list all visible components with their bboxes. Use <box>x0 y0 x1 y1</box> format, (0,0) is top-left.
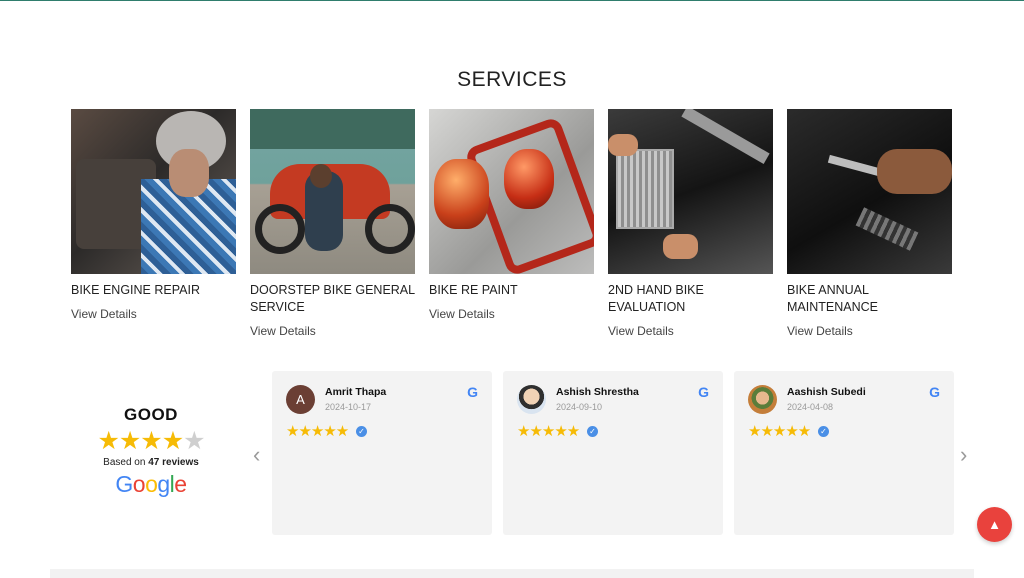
service-title[interactable]: BIKE ANNUAL MAINTENANCE <box>787 282 952 316</box>
review-date: 2024-04-08 <box>787 402 834 412</box>
star-icon: ★ <box>97 427 119 455</box>
review-card: Aashish Subedi 2024-04-08 G ★★★★★ ✓ <box>734 371 954 535</box>
verified-icon: ✓ <box>587 426 598 437</box>
service-title[interactable]: DOORSTEP BIKE GENERAL SERVICE <box>250 282 415 316</box>
section-title: SERVICES <box>457 68 567 91</box>
verified-icon: ✓ <box>818 426 829 437</box>
service-card-bike-evaluation[interactable]: 2ND HAND BIKE EVALUATION View Details <box>608 109 773 338</box>
view-details-link[interactable]: View Details <box>71 307 236 321</box>
based-on-label: Based on <box>103 457 146 468</box>
arrow-up-icon: ▲ <box>988 517 1001 532</box>
reviewer-name[interactable]: Aashish Subedi <box>787 386 866 398</box>
top-divider <box>0 0 1024 1</box>
service-image[interactable] <box>429 109 594 274</box>
review-stars: ★★★★★ <box>517 423 580 440</box>
scroll-to-top-button[interactable]: ▲ <box>977 507 1012 542</box>
rating-word: GOOD <box>124 405 178 424</box>
reviewer-name[interactable]: Amrit Thapa <box>325 386 386 398</box>
rating-summary[interactable]: GOOD ★★★★★ Based on 47 reviews Google <box>88 405 214 498</box>
view-details-link[interactable]: View Details <box>250 324 415 338</box>
review-count: 47 reviews <box>148 457 199 468</box>
chevron-right-icon[interactable]: › <box>960 442 967 468</box>
star-icon: ★ <box>118 427 141 455</box>
service-image[interactable] <box>787 109 952 274</box>
footer-band <box>50 569 974 578</box>
view-details-link[interactable]: View Details <box>429 307 594 321</box>
service-image[interactable] <box>608 109 773 274</box>
star-icon: ★ <box>161 427 184 455</box>
avatar <box>517 385 546 414</box>
view-details-link[interactable]: View Details <box>608 324 773 338</box>
review-date: 2024-10-17 <box>325 402 372 412</box>
service-title[interactable]: BIKE RE PAINT <box>429 282 594 299</box>
star-empty-icon: ★ <box>183 427 205 455</box>
service-image[interactable] <box>250 109 415 274</box>
service-card-re-paint[interactable]: BIKE RE PAINT View Details <box>429 109 594 338</box>
review-stars: ★★★★★ <box>748 423 811 440</box>
service-image[interactable] <box>71 109 236 274</box>
chevron-left-icon[interactable]: ‹ <box>253 442 260 468</box>
reviewer-name[interactable]: Ashish Shrestha <box>556 386 639 398</box>
google-g-icon: G <box>929 384 940 400</box>
google-logo: Google <box>115 471 187 497</box>
service-title[interactable]: 2ND HAND BIKE EVALUATION <box>608 282 773 316</box>
review-card: Ashish Shrestha 2024-09-10 G ★★★★★ ✓ <box>503 371 723 535</box>
service-card-annual-maintenance[interactable]: BIKE ANNUAL MAINTENANCE View Details <box>787 109 952 338</box>
service-card-engine-repair[interactable]: BIKE ENGINE REPAIR View Details <box>71 109 236 338</box>
star-icon: ★ <box>140 427 162 455</box>
review-count-text: Based on 47 reviews <box>88 457 214 468</box>
service-card-doorstep-service[interactable]: DOORSTEP BIKE GENERAL SERVICE View Detai… <box>250 109 415 338</box>
avatar <box>748 385 777 414</box>
review-card: A Amrit Thapa 2024-10-17 G ★★★★★ ✓ <box>272 371 492 535</box>
services-list: BIKE ENGINE REPAIR View Details DOORSTEP… <box>71 109 952 338</box>
review-stars: ★★★★★ <box>286 423 349 440</box>
rating-stars: ★★★★★ <box>88 427 214 455</box>
google-g-icon: G <box>467 384 478 400</box>
view-details-link[interactable]: View Details <box>787 324 952 338</box>
service-title[interactable]: BIKE ENGINE REPAIR <box>71 282 236 299</box>
google-g-icon: G <box>698 384 709 400</box>
verified-icon: ✓ <box>356 426 367 437</box>
avatar: A <box>286 385 315 414</box>
review-date: 2024-09-10 <box>556 402 603 412</box>
